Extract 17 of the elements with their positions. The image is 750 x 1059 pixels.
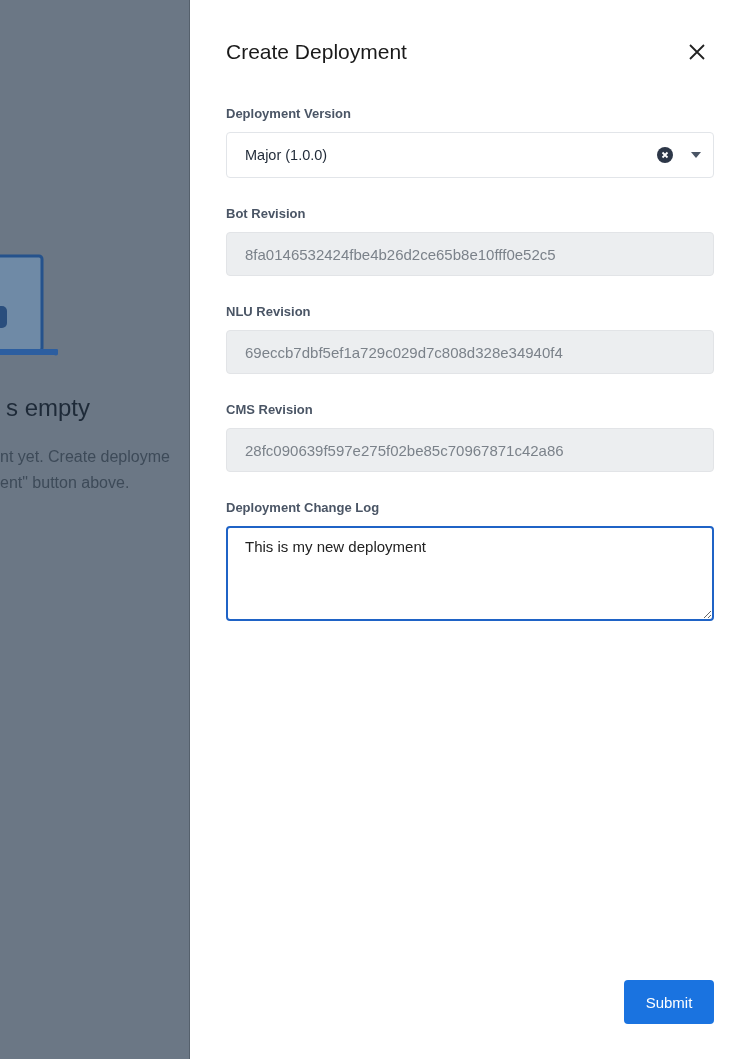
drawer-title: Create Deployment — [226, 40, 407, 64]
clear-icon[interactable] — [657, 147, 673, 163]
field-label: CMS Revision — [226, 402, 314, 417]
empty-heading: s empty — [5, 394, 90, 422]
revision-field: 8fa0146532424fbe4b26d2ce65b8e10fff0e52c5 — [226, 232, 714, 276]
revision-field: 69eccb7dbf5ef1a729c029d7c808d328e34940f4 — [226, 330, 714, 374]
laptop-icon — [0, 254, 58, 358]
caret-icon[interactable] — [691, 152, 701, 158]
field-label: Bot Revision — [226, 206, 307, 221]
field-label: NLU Revision — [226, 304, 312, 319]
change-log-field[interactable]: This is my new deployment — [226, 526, 714, 621]
submit-button[interactable]: Submit — [624, 980, 714, 1024]
revision-field: 28fc090639f597e275f02be85c70967871c42a86 — [226, 428, 714, 472]
field-label: Deployment Change Log — [226, 500, 381, 515]
version-select[interactable]: Major (1.0.0) — [226, 132, 714, 178]
field-label: Deployment Version — [226, 106, 352, 121]
close-button[interactable] — [688, 43, 706, 61]
